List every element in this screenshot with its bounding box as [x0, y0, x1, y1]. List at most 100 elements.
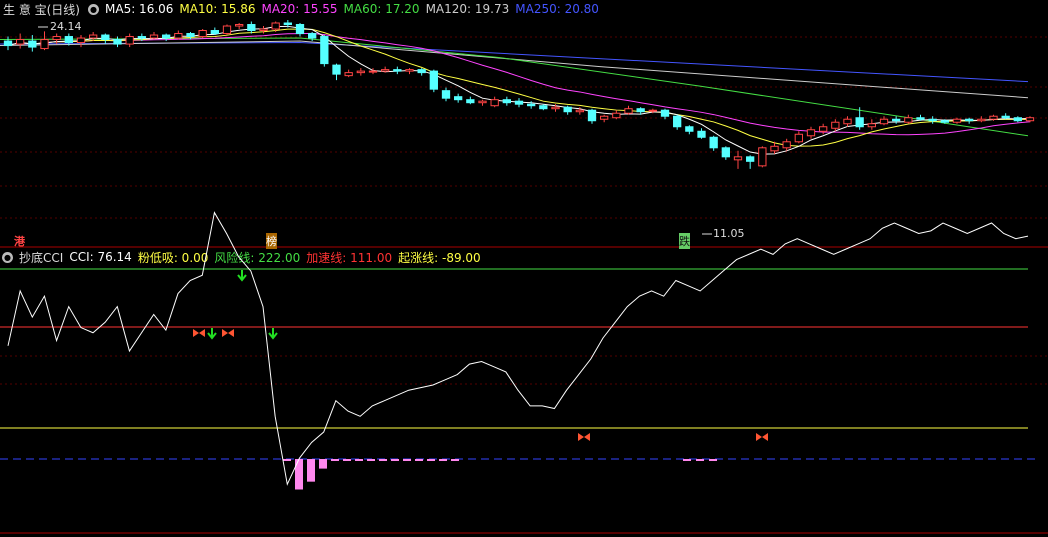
candle-down	[685, 126, 694, 132]
pink-bar	[367, 459, 375, 461]
candle-up	[490, 99, 499, 107]
pink-bar	[295, 459, 303, 490]
candle-down	[466, 99, 475, 104]
event-mark-left: 港	[14, 235, 25, 248]
butterfly-icon	[193, 329, 205, 337]
candle-down	[162, 34, 171, 39]
pink-bar	[427, 459, 435, 461]
down-arrow-icon	[268, 328, 278, 340]
chart-canvas[interactable]	[0, 0, 1048, 537]
high-price-label: 24.14	[50, 20, 82, 33]
candle-down	[539, 105, 548, 110]
butterfly-icon	[756, 433, 768, 441]
candle-up	[198, 30, 207, 38]
pink-bar	[283, 459, 291, 461]
candle-down	[308, 33, 317, 39]
candle-down	[1001, 115, 1010, 119]
candle-down	[514, 100, 524, 105]
candle-down	[709, 136, 718, 149]
candle-down	[137, 36, 146, 39]
candle-up	[843, 118, 852, 125]
candle-up	[235, 24, 244, 27]
pink-bar	[379, 459, 387, 461]
candle-up	[551, 106, 560, 110]
candle-up	[770, 145, 779, 152]
candle-up	[879, 118, 889, 125]
candle-down	[855, 117, 864, 128]
candle-up	[259, 28, 268, 32]
candle-down	[64, 36, 73, 44]
butterfly-icon	[578, 433, 590, 441]
candle-down	[502, 99, 511, 104]
candle-down	[892, 118, 901, 122]
candle-down	[3, 40, 13, 47]
candle-up	[1025, 117, 1035, 122]
candle-up	[52, 36, 61, 41]
candle-up	[368, 70, 378, 73]
candle-down	[28, 40, 37, 48]
candle-up	[867, 123, 876, 128]
candle-up	[222, 25, 232, 35]
pink-bar	[439, 459, 447, 461]
candle-down	[636, 108, 645, 113]
candle-down	[1013, 117, 1022, 122]
candle-up	[758, 147, 767, 167]
down-arrow-icon	[207, 328, 217, 340]
candle-up	[819, 126, 828, 132]
candle-up	[612, 112, 621, 119]
ma10-line	[7, 28, 1030, 147]
candle-down	[660, 109, 670, 117]
candle-down	[587, 109, 597, 122]
candle-up	[782, 141, 791, 149]
event-mark-low: 跌	[679, 233, 690, 249]
candle-down	[429, 70, 438, 90]
candle-up	[125, 36, 134, 45]
candle-down	[940, 120, 949, 123]
pink-bar	[451, 459, 459, 461]
candle-up	[405, 69, 414, 72]
candle-up	[271, 22, 280, 30]
candle-down	[393, 69, 402, 72]
candle-up	[89, 34, 98, 39]
candle-up	[904, 117, 913, 123]
candle-down	[965, 118, 974, 122]
pink-bar	[391, 459, 399, 461]
candle-down	[916, 117, 925, 120]
candle-down	[113, 39, 122, 45]
candle-down	[527, 103, 536, 107]
candle-up	[952, 118, 962, 123]
candle-down	[186, 33, 195, 38]
candle-up	[648, 109, 657, 112]
pink-bar	[331, 459, 339, 461]
pink-bar	[403, 459, 411, 461]
candle-up	[794, 133, 803, 143]
candle-up	[575, 109, 584, 113]
candle-up	[831, 121, 840, 129]
candle-down	[746, 156, 755, 162]
candle-up	[356, 70, 365, 74]
candle-up	[76, 37, 86, 44]
candle-down	[295, 24, 305, 35]
pink-bar	[355, 459, 363, 461]
candle-down	[247, 24, 256, 32]
candle-up	[600, 115, 609, 120]
candle-up	[624, 108, 633, 114]
candle-up	[478, 100, 487, 104]
candle-down	[332, 64, 341, 75]
candle-down	[101, 34, 110, 41]
candle-down	[928, 118, 937, 122]
candle-down	[454, 96, 463, 101]
candle-up	[344, 72, 353, 77]
candle-down	[210, 30, 219, 35]
candle-down	[673, 115, 682, 128]
candle-up	[977, 118, 986, 122]
butterfly-icon	[222, 329, 234, 337]
pink-bar	[307, 459, 315, 482]
cci-line	[7, 211, 1029, 486]
pink-bar	[696, 459, 704, 461]
ma5-line	[7, 25, 1031, 155]
down-arrow-icon	[237, 270, 247, 282]
candle-down	[697, 130, 706, 138]
event-mark-mid: 榜	[266, 233, 277, 249]
candle-down	[563, 106, 572, 113]
